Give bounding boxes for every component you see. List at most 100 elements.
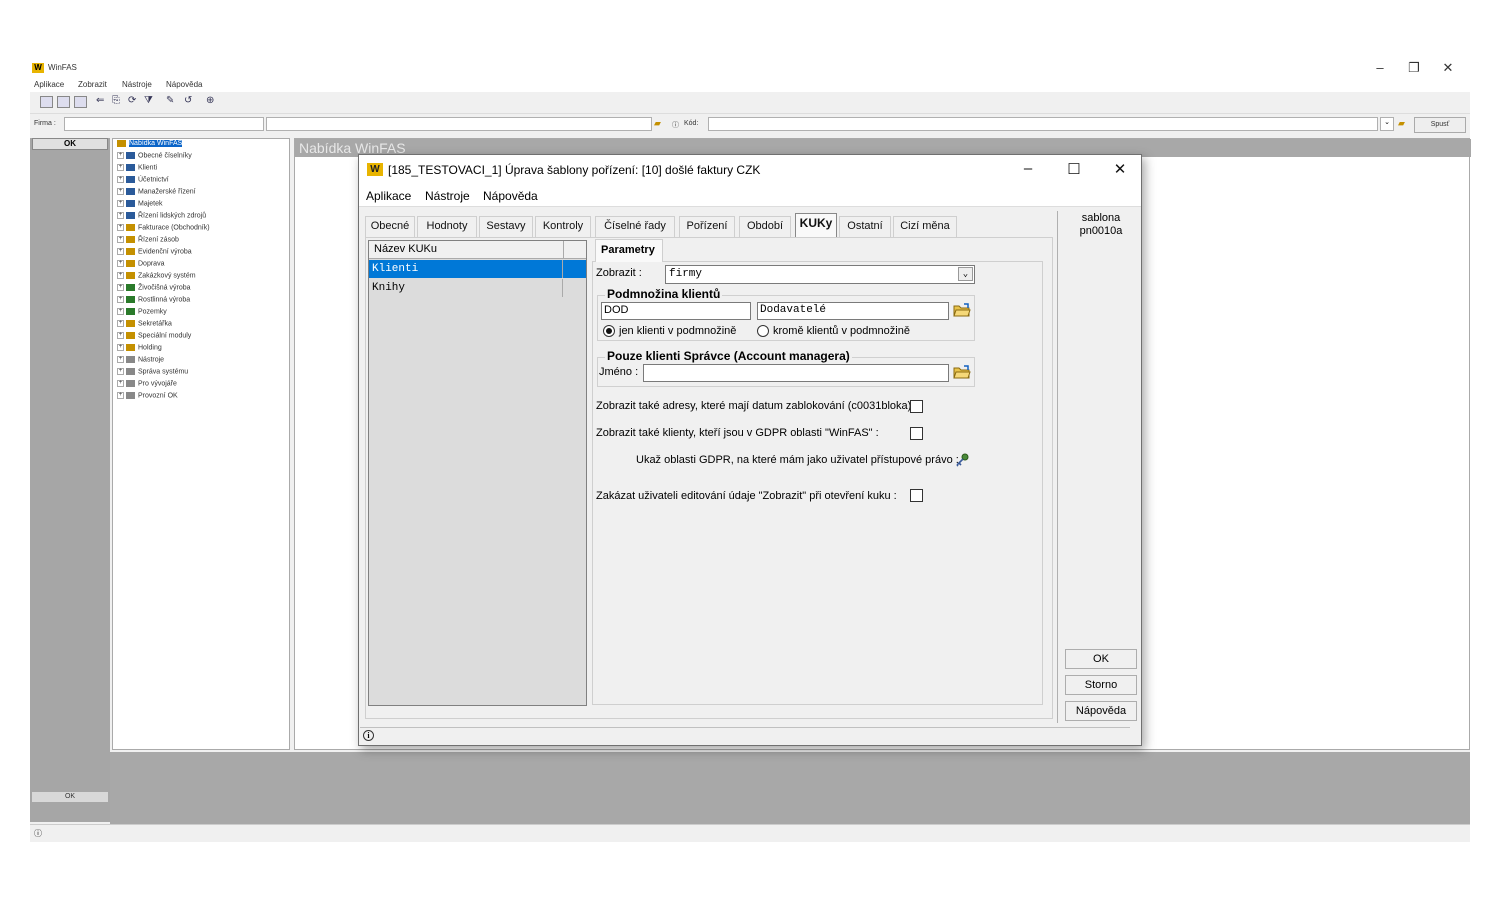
left-pane: OK OK: [30, 138, 110, 822]
spravce-title: Pouze klienti Správce (Account managera): [605, 349, 852, 363]
undo-icon[interactable]: ↺: [184, 95, 192, 106]
radio-krome-klientu-label: kromě klientů v podmnožině: [773, 325, 910, 337]
app-title: WinFAS: [48, 63, 77, 72]
tree-item[interactable]: + Fakturace (Obchodník): [117, 224, 210, 231]
kuk-list-header[interactable]: Název KUKu: [369, 241, 586, 259]
tree-item[interactable]: + Klienti: [117, 164, 157, 171]
kod-dropdown-chevron-icon[interactable]: ⌄: [1380, 117, 1394, 131]
dialog-maximize-button[interactable]: ☐: [1059, 160, 1089, 178]
tree-item[interactable]: + Holding: [117, 344, 162, 351]
gdpr-key-icon[interactable]: [955, 453, 969, 467]
open-folder-icon[interactable]: ▰: [654, 118, 661, 129]
open-folder-icon[interactable]: [953, 365, 971, 379]
kuk-list[interactable]: Název KUKu Klienti Knihy: [368, 240, 587, 706]
toolbar-view1-icon[interactable]: [40, 96, 53, 108]
tab-ciselne-rady[interactable]: Číselné řady: [595, 216, 675, 237]
tree-item[interactable]: + Zakázkový systém: [117, 272, 196, 279]
tools-icon[interactable]: ✎: [166, 95, 174, 106]
tree-item[interactable]: + Sekretářka: [117, 320, 172, 327]
menu-tree: Nabídka WinFAS + Obecné číselníky + Klient…: [112, 138, 290, 750]
refresh-icon[interactable]: ⟳: [128, 95, 136, 106]
tab-parametry[interactable]: Parametry: [595, 239, 663, 262]
spust-button[interactable]: Spusť: [1414, 117, 1466, 133]
chk-gdpr-label: Zobrazit také klienty, kteří jsou v GDPR…: [596, 427, 879, 439]
tree-item[interactable]: + Rostlinná výroba: [117, 296, 190, 303]
close-button[interactable]: ✕: [1438, 60, 1458, 76]
zobrazit-value: firmy: [669, 268, 703, 280]
radio-jen-klienti[interactable]: [603, 325, 615, 337]
back-arrow-icon[interactable]: ⇐: [96, 95, 104, 106]
left-ok-button-bottom[interactable]: OK: [32, 792, 108, 802]
napoveda-button[interactable]: Nápověda: [1065, 701, 1137, 721]
tree-item[interactable]: + Správa systému: [117, 368, 188, 375]
radio-krome-klientu[interactable]: [757, 325, 769, 337]
template-code-label: sablona pn0010a: [1079, 212, 1123, 237]
firma-input[interactable]: [64, 117, 264, 131]
radio-jen-klienti-label: jen klienti v podmnožině: [619, 325, 737, 337]
tab-kontroly[interactable]: Kontroly: [535, 216, 591, 237]
tab-obecne[interactable]: Obecné: [365, 216, 415, 237]
podmnozina-name-input[interactable]: Dodavatelé: [757, 302, 949, 320]
tree-item[interactable]: + Obecné číselníky: [117, 152, 192, 159]
chk-zakazat[interactable]: [910, 489, 923, 502]
filter-icon[interactable]: ⧩: [144, 95, 153, 106]
dialog-close-button[interactable]: ✕: [1105, 160, 1135, 178]
menu-nastroje[interactable]: Nástroje: [122, 80, 152, 89]
minimize-button[interactable]: –: [1370, 60, 1390, 75]
tab-obdobi[interactable]: Období: [739, 216, 791, 237]
menu-zobrazit[interactable]: Zobrazit: [78, 80, 107, 89]
tab-sestavy[interactable]: Sestavy: [479, 216, 533, 237]
dialog-menu-aplikace[interactable]: Aplikace: [366, 189, 411, 203]
left-ok-button[interactable]: OK: [32, 138, 108, 150]
app-toolbar: ⇐ ⎘ ⟳ ⧩ ✎ ↺ ⊕: [30, 92, 1470, 114]
tab-hodnoty[interactable]: Hodnoty: [417, 216, 477, 237]
winfas-logo-icon: W: [32, 63, 44, 73]
menu-napoveda[interactable]: Nápověda: [166, 80, 202, 89]
restore-button[interactable]: ❐: [1404, 60, 1424, 76]
tree-item[interactable]: + Majetek: [117, 200, 163, 207]
tree-item[interactable]: + Provozní OK: [117, 392, 178, 399]
help-icon[interactable]: ⊕: [206, 95, 214, 106]
tab-ostatni[interactable]: Ostatní: [839, 216, 891, 237]
dialog-menu-napoveda[interactable]: Nápověda: [483, 189, 538, 203]
tree-item[interactable]: + Doprava: [117, 260, 164, 267]
dialog-minimize-button[interactable]: –: [1013, 160, 1043, 177]
chk-blokace[interactable]: [910, 400, 923, 413]
chevron-down-icon[interactable]: ⌄: [958, 267, 973, 281]
tab-cizi-mena[interactable]: Cizí měna: [893, 216, 957, 237]
firma-row: Firma : ▰ ⓘ Kód: ⌄ ▰ Spusť: [30, 116, 1470, 134]
list-item[interactable]: Klienti: [369, 260, 586, 278]
tree-item[interactable]: + Živočišná výroba: [117, 284, 191, 291]
tree-item[interactable]: + Řízení lidských zdrojů: [117, 212, 206, 219]
zobrazit-select[interactable]: firmy ⌄: [665, 265, 975, 284]
tree-item[interactable]: + Řízení zásob: [117, 236, 179, 243]
tree-item[interactable]: + Manažerské řízení: [117, 188, 196, 195]
firma-name-input[interactable]: [266, 117, 652, 131]
menu-aplikace[interactable]: Aplikace: [34, 80, 64, 89]
toolbar-view2-icon[interactable]: [57, 96, 70, 108]
tree-item[interactable]: + Pozemky: [117, 308, 167, 315]
tab-kuky[interactable]: KUKy: [795, 213, 837, 237]
tree-item[interactable]: + Pro vývojáře: [117, 380, 177, 387]
kod-label: Kód:: [684, 120, 699, 127]
list-item[interactable]: Knihy: [369, 279, 586, 297]
ok-button[interactable]: OK: [1065, 649, 1137, 669]
toolbar-view3-icon[interactable]: [74, 96, 87, 108]
tree-item-root[interactable]: Nabídka WinFAS: [117, 140, 183, 148]
main-statusbar: ⓘ: [30, 824, 1470, 842]
dialog-menu-nastroje[interactable]: Nástroje: [425, 189, 470, 203]
kod-folder-icon[interactable]: ▰: [1398, 118, 1405, 129]
chk-gdpr[interactable]: [910, 427, 923, 440]
podmnozina-code-input[interactable]: DOD: [601, 302, 751, 320]
jmeno-input[interactable]: [643, 364, 949, 382]
tree-item[interactable]: + Evidenční výroba: [117, 248, 192, 255]
tree-item[interactable]: + Speciální moduly: [117, 332, 191, 339]
storno-button[interactable]: Storno: [1065, 675, 1137, 695]
copy-icon[interactable]: ⎘: [112, 95, 120, 106]
open-folder-icon[interactable]: [953, 303, 971, 317]
tree-item[interactable]: + Účetnictví: [117, 176, 169, 183]
dialog-menubar: Aplikace Nástroje Nápověda: [359, 185, 1141, 207]
tree-item[interactable]: + Nástroje: [117, 356, 164, 363]
tab-porizeni[interactable]: Pořízení: [679, 216, 735, 237]
kod-input[interactable]: [708, 117, 1378, 131]
